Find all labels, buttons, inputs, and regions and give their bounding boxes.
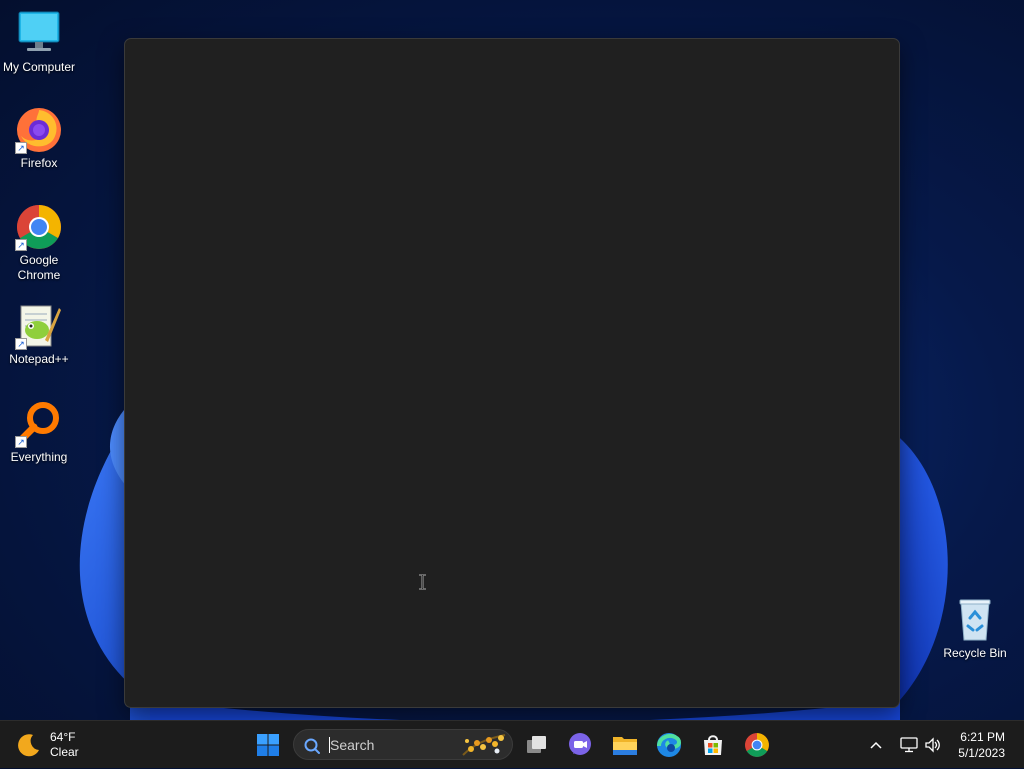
file-explorer-button[interactable] <box>609 729 641 761</box>
recycle-bin-icon <box>951 596 999 644</box>
volume-button[interactable] <box>922 737 944 753</box>
desktop-icon-everything[interactable]: ↗ Everything <box>1 400 77 465</box>
text-caret <box>329 737 330 753</box>
desktop-icon-notepad-plus-plus[interactable]: ↗ Notepad++ <box>1 302 77 367</box>
task-view-button[interactable] <box>521 729 553 761</box>
blank-window-panel[interactable] <box>124 38 900 708</box>
moon-icon <box>18 734 39 757</box>
desktop-icon-firefox[interactable]: ↗ Firefox <box>1 106 77 171</box>
chrome-icon: ↗ <box>15 203 63 251</box>
taskbar-search-box[interactable] <box>293 729 513 760</box>
task-view-icon <box>527 736 546 753</box>
desktop-icon-google-chrome[interactable]: ↗ Google Chrome <box>1 203 77 283</box>
teams-chat-button[interactable] <box>564 729 596 761</box>
start-button[interactable] <box>252 729 284 761</box>
file-explorer-icon <box>613 737 637 755</box>
clock-date: 5/1/2023 <box>958 746 1005 760</box>
notepad-plus-plus-icon: ↗ <box>15 302 63 350</box>
show-hidden-icons-button[interactable] <box>866 741 886 749</box>
text-cursor-icon <box>419 574 426 590</box>
network-button[interactable] <box>898 737 920 753</box>
microsoft-store-icon <box>704 735 722 755</box>
desktop-icon-label: My Computer <box>2 60 76 74</box>
weather-condition: Clear <box>50 745 79 759</box>
search-icon <box>304 738 320 754</box>
monitor-icon <box>15 10 63 58</box>
network-icon <box>900 737 918 753</box>
system-tray <box>866 721 944 769</box>
volume-icon <box>925 737 940 753</box>
shortcut-arrow-icon: ↗ <box>15 338 27 350</box>
edge-icon <box>657 733 681 757</box>
microsoft-store-button[interactable] <box>697 729 729 761</box>
shortcut-arrow-icon: ↗ <box>15 436 27 448</box>
desktop-icon-my-computer[interactable]: My Computer <box>1 10 77 75</box>
shortcut-arrow-icon: ↗ <box>15 142 27 154</box>
firefox-icon: ↗ <box>15 106 63 154</box>
desktop-icon-label: Firefox <box>20 156 58 170</box>
desktop-icon-label: Everything <box>10 450 68 464</box>
desktop-icon-label: Notepad++ <box>9 352 69 366</box>
weather-temperature: 64°F <box>50 730 76 744</box>
desktop-icon-recycle-bin[interactable]: Recycle Bin <box>937 596 1013 661</box>
search-input[interactable] <box>330 736 450 754</box>
start-icon <box>257 734 279 756</box>
chrome-icon <box>745 733 769 757</box>
teams-chat-icon <box>569 733 591 755</box>
clock[interactable]: 6:21 PM 5/1/2023 <box>958 729 1005 761</box>
desktop-icon-label: Recycle Bin <box>943 646 1007 660</box>
search-highlight-illustration-icon <box>462 734 506 756</box>
edge-button[interactable] <box>653 729 685 761</box>
weather-widget[interactable]: 64°F Clear <box>16 729 79 761</box>
desktop-icon-label: Google Chrome <box>17 253 61 282</box>
taskbar: 64°F Clear Search 6:21 PM 5/1/2023 <box>0 720 1024 768</box>
shortcut-arrow-icon: ↗ <box>15 239 27 251</box>
everything-search-icon: ↗ <box>15 400 63 448</box>
clock-time: 6:21 PM <box>960 730 1005 744</box>
chevron-up-icon <box>870 741 882 749</box>
chrome-taskbar-button[interactable] <box>741 729 773 761</box>
